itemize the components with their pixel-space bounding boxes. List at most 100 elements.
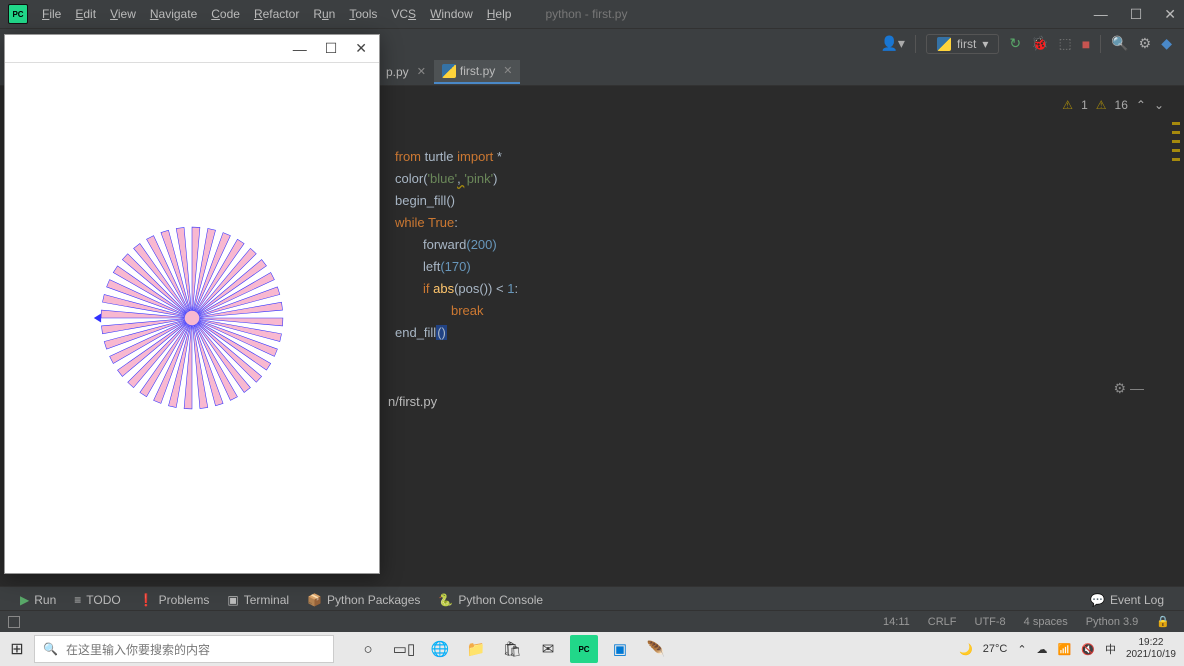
terminal-icon: ▣ [227,593,238,607]
maximize-icon[interactable]: ☐ [1130,6,1143,23]
lock-icon[interactable]: 🔒 [1156,615,1170,628]
taskbar-pinned: ○ ▭▯ 🌐 📁 🛍 ✉ PC ▣ 🪶 [354,635,670,663]
minimize-icon[interactable]: — [293,41,307,57]
menu-bar: PC File Edit View Navigate Code Refactor… [0,0,1184,28]
menu-run[interactable]: Run [313,7,335,21]
tool-python-console[interactable]: 🐍Python Console [438,593,543,607]
start-button[interactable]: ⊞ [0,632,34,666]
minimize-icon[interactable]: — [1094,6,1108,23]
python-icon [937,37,951,51]
code-line: end_fill() [395,322,1184,344]
clock[interactable]: 19:22 2021/10/19 [1126,637,1176,661]
run-icon[interactable]: ↻ [1009,35,1021,52]
menu-refactor[interactable]: Refactor [254,7,299,21]
menu-navigate[interactable]: Navigate [150,7,197,21]
app-icon[interactable]: ▣ [606,635,634,663]
event-log-icon: 💬 [1090,593,1105,607]
tab-ppy[interactable]: p.py ✕ [378,61,434,83]
windows-taskbar: ⊞ 🔍 在这里输入你要搜索的内容 ○ ▭▯ 🌐 📁 🛍 ✉ PC ▣ 🪶 🌙 2… [0,632,1184,666]
tab-label: first.py [460,64,495,78]
feather-icon[interactable]: 🪶 [642,635,670,663]
code-line: while True: [395,212,1184,234]
pycharm-logo: PC [8,4,28,24]
temperature[interactable]: 27°C [983,643,1008,655]
console-icon: 🐍 [438,593,453,607]
menu-help[interactable]: Help [487,7,512,21]
code-line: break [395,300,1184,322]
menu-view[interactable]: View [110,7,136,21]
run-output: n/first.py ⚙ — [378,390,1184,420]
ide-features-icon[interactable]: ◆ [1161,35,1172,52]
search-icon: 🔍 [43,642,58,656]
menu-edit[interactable]: Edit [75,7,96,21]
close-icon[interactable]: ✕ [1164,6,1176,23]
python-icon [442,64,456,78]
code-line: forward(200) [395,234,1184,256]
gear-icon[interactable]: ⚙ — [1114,380,1144,397]
encoding[interactable]: UTF-8 [975,616,1006,628]
interpreter[interactable]: Python 3.9 [1086,616,1139,628]
turtle-graphics-window[interactable]: — ☐ ✕ [4,34,380,574]
mail-icon[interactable]: ✉ [534,635,562,663]
chevron-up-icon[interactable]: ⌃ [1136,94,1146,116]
pycharm-taskbar-icon[interactable]: PC [570,635,598,663]
stop-icon[interactable]: ■ [1082,36,1090,52]
clock-date: 2021/10/19 [1126,649,1176,661]
code-line: begin_fill() [395,190,1184,212]
chevron-down-icon[interactable]: ⌄ [1154,94,1164,116]
taskbar-search[interactable]: 🔍 在这里输入你要搜索的内容 [34,635,334,663]
tab-close-icon[interactable]: ✕ [503,64,512,77]
tab-close-icon[interactable]: ✕ [417,65,426,78]
turtle-titlebar: — ☐ ✕ [5,35,379,63]
tool-terminal[interactable]: ▣Terminal [227,593,289,607]
menu-file[interactable]: File [42,7,61,21]
tool-python-packages[interactable]: 📦Python Packages [307,593,420,607]
store-icon[interactable]: 🛍 [498,635,526,663]
volume-icon[interactable]: 🔇 [1081,643,1095,656]
tool-event-log[interactable]: 💬Event Log [1090,593,1164,607]
tab-firstpy[interactable]: first.py ✕ [434,60,521,84]
tool-todo[interactable]: ≡TODO [74,593,120,607]
line-separator[interactable]: CRLF [928,616,957,628]
explorer-icon[interactable]: 📁 [462,635,490,663]
edge-icon[interactable]: 🌐 [426,635,454,663]
menu-vcs[interactable]: VCS [391,7,416,21]
tool-problems[interactable]: ❗Problems [139,593,210,607]
search-icon[interactable]: 🔍 [1111,35,1128,52]
tray-chevron[interactable]: ⌃ [1017,643,1026,656]
cortana-icon[interactable]: ○ [354,635,382,663]
tool-run[interactable]: ▶Run [20,593,56,607]
code-line: if abs(pos()) < 1: [395,278,1184,300]
search-placeholder: 在这里输入你要搜索的内容 [66,641,210,658]
indent[interactable]: 4 spaces [1024,616,1068,628]
maximize-icon[interactable]: ☐ [325,40,338,57]
settings-icon[interactable]: ⚙ [1139,35,1152,52]
warn-icon: ⚠ [1096,94,1107,116]
tool-window-toggle[interactable] [8,616,20,628]
close-icon[interactable]: ✕ [355,40,367,57]
menu-tools[interactable]: Tools [349,7,377,21]
inspection-summary[interactable]: ⚠1 ⚠16 ⌃ ⌄ [1062,94,1164,116]
error-icon: ⚠ [1062,94,1073,116]
run-config-label: first [957,37,976,51]
status-bar: 14:11 CRLF UTF-8 4 spaces Python 3.9 🔒 [0,610,1184,632]
caret-position[interactable]: 14:11 [883,616,910,628]
ime-icon[interactable]: 中 [1105,641,1116,657]
dropdown-icon: ▾ [982,37,988,51]
weather-icon[interactable]: 🌙 [959,643,973,656]
error-count: 1 [1081,94,1088,116]
run-config-selector[interactable]: first ▾ [926,34,999,54]
separator [1100,35,1101,53]
menu-window[interactable]: Window [430,7,473,21]
onedrive-icon[interactable]: ☁ [1037,643,1048,656]
wifi-icon[interactable]: 📶 [1058,643,1072,656]
play-icon: ▶ [20,593,29,607]
debug-icon[interactable]: 🐞 [1031,35,1048,52]
menu-code[interactable]: Code [211,7,240,21]
coverage-icon[interactable]: ⬚ [1059,35,1072,52]
task-view-icon[interactable]: ▭▯ [390,635,418,663]
marker-stripe [1172,116,1184,167]
list-icon: ≡ [74,593,81,607]
turtle-cursor-icon [94,313,101,322]
add-user-icon[interactable]: 👤▾ [881,35,905,52]
